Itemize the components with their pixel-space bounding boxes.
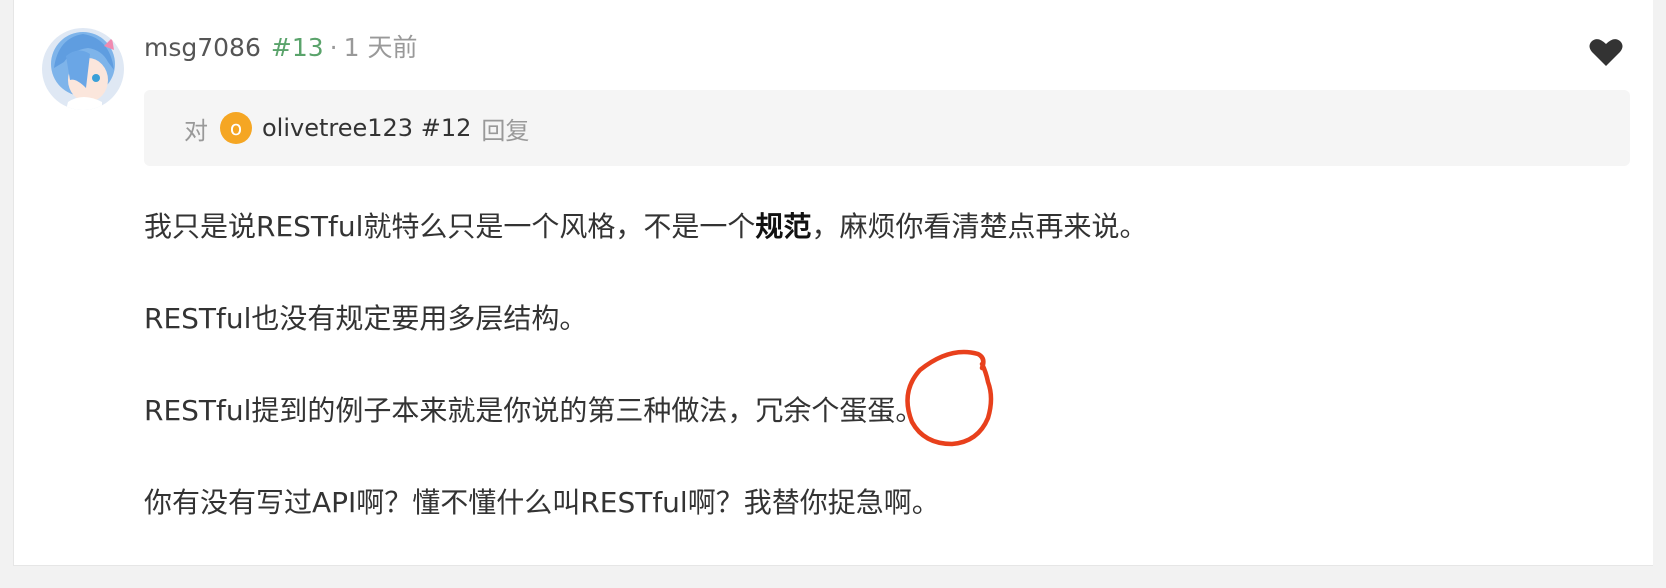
- paragraph-1-text-start: 我只是说RESTful就特么只是一个风格，不是一个: [144, 210, 756, 243]
- paragraph-2: RESTful也没有规定要用多层结构。: [144, 302, 588, 335]
- floor-number[interactable]: #13: [271, 33, 324, 62]
- avatar-illustration: [42, 28, 124, 110]
- comment-body: 我只是说RESTful就特么只是一个风格，不是一个规范，麻烦你看清楚点再来说。 …: [144, 207, 1624, 575]
- page: msg7086 #13 · 1 天前 对 o olivetree123 #12 回复 …: [0, 0, 1666, 588]
- reply-quote-inner: 对 o olivetree123 #12 回复: [184, 90, 529, 166]
- reply-target-avatar[interactable]: o: [220, 112, 252, 144]
- timestamp: 1 天前: [343, 33, 418, 62]
- paragraph-1-bold: 规范: [755, 210, 812, 243]
- user-avatar[interactable]: [42, 28, 124, 110]
- paragraph-1: 我只是说RESTful就特么只是一个风格，不是一个规范，麻烦你看清楚点再来说。: [144, 207, 1624, 247]
- reply-suffix: 回复: [481, 116, 530, 145]
- separator: ·: [329, 33, 338, 62]
- comment-header: msg7086 #13 · 1 天前: [144, 30, 417, 66]
- reply-prefix: 对: [184, 116, 208, 145]
- reply-quote-box: 对 o olivetree123 #12 回复: [144, 90, 1630, 166]
- reply-target-link[interactable]: olivetree123 #12: [262, 114, 471, 142]
- paragraph-3: RESTful提到的例子本来就是你说的第三种做法，冗余个蛋蛋。: [144, 394, 924, 427]
- heart-icon[interactable]: [1589, 37, 1623, 67]
- paragraph-4: 你有没有写过API啊？懂不懂什么叫RESTful啊？我替你捉急啊。: [144, 486, 940, 519]
- paragraph-1-text-end: ，麻烦你看清楚点再来说。: [811, 210, 1148, 243]
- username[interactable]: msg7086: [144, 33, 261, 62]
